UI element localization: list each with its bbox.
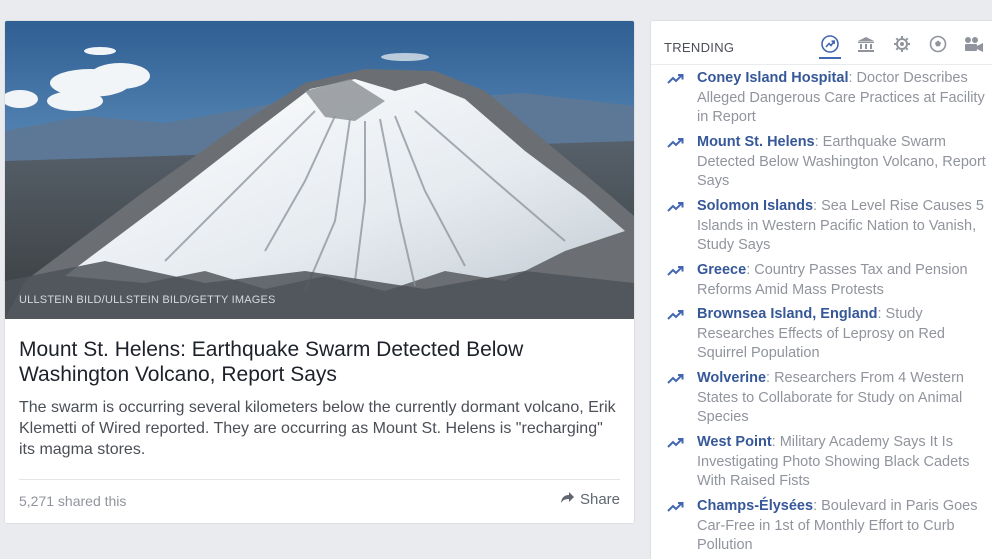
trending-arrow-icon xyxy=(667,305,697,367)
trending-topic[interactable]: Brownsea Island, England xyxy=(697,306,877,322)
story-photo[interactable]: ULLSTEIN BILD/ULLSTEIN BILD/GETTY IMAGES xyxy=(5,21,634,319)
trending-topic[interactable]: Greece xyxy=(697,262,746,278)
trending-arrow-icon xyxy=(667,369,697,431)
science-icon xyxy=(893,35,911,58)
trending-item[interactable]: Greece: Country Passes Tax and Pension R… xyxy=(651,259,992,303)
tab-politics[interactable] xyxy=(855,35,877,57)
trending-tabs xyxy=(819,34,985,59)
shared-count[interactable]: 5,271 shared this xyxy=(19,493,126,509)
trending-item[interactable]: Solomon Islands: Sea Level Rise Causes 5… xyxy=(651,195,992,259)
trending-item[interactable]: Brownsea Island, England: Study Research… xyxy=(651,303,992,367)
trending-topic[interactable]: Solomon Islands xyxy=(697,198,813,214)
trending-arrow-icon xyxy=(667,433,697,495)
trending-item[interactable]: Mount St. Helens: Earthquake Swarm Detec… xyxy=(651,131,992,195)
sports-icon xyxy=(929,35,947,58)
share-icon xyxy=(560,491,575,508)
trending-topic[interactable]: Mount St. Helens xyxy=(697,134,815,150)
trending-arrow-icon xyxy=(667,497,697,559)
trending-arrow-icon xyxy=(667,69,697,131)
trending-list: Coney Island Hospital: Doctor Describes … xyxy=(651,67,992,559)
trending-icon xyxy=(821,34,839,58)
trending-separator xyxy=(651,64,992,65)
trending-topic[interactable]: Wolverine xyxy=(697,370,766,386)
trending-topic[interactable]: Coney Island Hospital xyxy=(697,70,848,86)
entertainment-icon xyxy=(963,35,985,58)
card-divider xyxy=(19,479,620,480)
trending-panel: TRENDING Coney Island Hospital: Doctor D… xyxy=(650,20,992,559)
trending-item[interactable]: Coney Island Hospital: Doctor Describes … xyxy=(651,67,992,131)
tab-top-trends[interactable] xyxy=(819,34,841,59)
tab-sports[interactable] xyxy=(927,35,949,57)
trending-title: TRENDING xyxy=(664,40,735,55)
share-button[interactable]: Share xyxy=(560,491,620,508)
photo-credit: ULLSTEIN BILD/ULLSTEIN BILD/GETTY IMAGES xyxy=(19,294,276,306)
trending-item[interactable]: West Point: Military Academy Says It Is … xyxy=(651,431,992,495)
story-blurb: The swarm is occurring several kilometer… xyxy=(19,399,616,458)
story-card[interactable]: ULLSTEIN BILD/ULLSTEIN BILD/GETTY IMAGES… xyxy=(4,20,635,524)
trending-topic[interactable]: Champs-Élysées xyxy=(697,498,813,514)
tab-entertainment[interactable] xyxy=(963,35,985,57)
trending-topic[interactable]: West Point xyxy=(697,434,772,450)
story-headline[interactable]: Mount St. Helens: Earthquake Swarm Detec… xyxy=(19,337,619,387)
trending-item[interactable]: Wolverine: Researchers From 4 Western St… xyxy=(651,367,992,431)
share-label: Share xyxy=(579,491,620,508)
trending-arrow-icon xyxy=(667,261,697,303)
trending-item[interactable]: Champs-Élysées: Boulevard in Paris Goes … xyxy=(651,495,992,559)
politics-icon xyxy=(856,35,876,58)
story-headline-topic[interactable]: Mount St. Helens xyxy=(19,338,180,361)
trending-arrow-icon xyxy=(667,197,697,259)
tab-science[interactable] xyxy=(891,35,913,57)
trending-arrow-icon xyxy=(667,133,697,195)
